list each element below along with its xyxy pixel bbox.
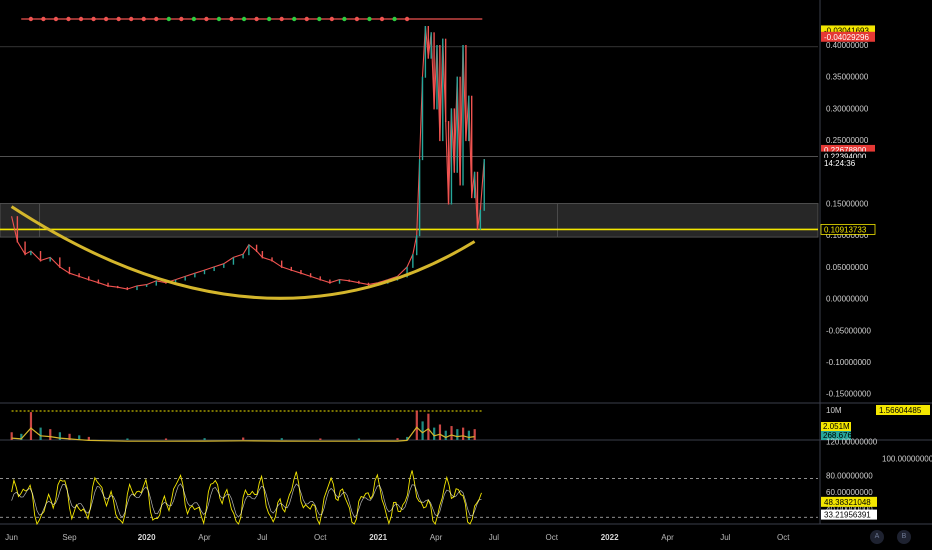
volume-bar[interactable] xyxy=(396,438,399,440)
support-zone[interactable] xyxy=(0,203,819,238)
signal-dot xyxy=(41,16,46,22)
signal-dot xyxy=(91,16,96,22)
volume-bar[interactable] xyxy=(462,427,465,440)
signal-dot xyxy=(367,16,372,22)
price-tick-label: 0.40000000 xyxy=(826,41,869,50)
time-tick-label: Jun xyxy=(5,533,18,542)
signal-dot xyxy=(342,16,347,22)
signal-dot xyxy=(28,16,34,22)
signal-dot xyxy=(392,16,397,22)
volume-bar[interactable] xyxy=(444,430,447,440)
time-tick-label: 2022 xyxy=(601,533,619,542)
volume-max-label: 10M xyxy=(826,406,842,415)
volume-bar[interactable] xyxy=(39,427,42,440)
time-tick-label: Jul xyxy=(489,533,499,542)
volume-bar[interactable] xyxy=(10,432,13,440)
volume-bar[interactable] xyxy=(473,429,476,440)
signal-dot xyxy=(229,16,234,22)
time-tick-label: Sep xyxy=(62,533,77,542)
time-tick-label: Oct xyxy=(546,533,559,542)
volume-bar[interactable] xyxy=(49,429,52,440)
price-tick-label: 0.15000000 xyxy=(826,199,869,208)
volume-bar[interactable] xyxy=(357,438,361,440)
time-tick-label: Apr xyxy=(430,533,443,542)
oscillator-tick-label: 80.00000000 xyxy=(826,471,873,480)
oscillator-tick-label: 60.00000000 xyxy=(826,488,873,497)
volume-bar[interactable] xyxy=(58,432,62,440)
price-tick-label: 0.05000000 xyxy=(826,263,869,272)
volume-bar[interactable] xyxy=(319,438,322,440)
signal-dot xyxy=(354,16,360,22)
time-tick-label: 2021 xyxy=(369,533,387,542)
signal-dot xyxy=(204,16,209,22)
price-tick-label: -0.05000000 xyxy=(826,326,871,335)
price-label: -0.04029296 xyxy=(824,33,869,42)
signal-dot xyxy=(292,16,297,22)
price-label: 0.10913733 xyxy=(824,225,867,234)
time-tick-label: Oct xyxy=(777,533,790,542)
signal-dot xyxy=(103,16,109,22)
oscillator-tick-label: 120.00000000 xyxy=(826,438,878,447)
signal-dot xyxy=(116,16,121,22)
oscillator-value-label: 48.38321048 xyxy=(824,498,871,507)
signal-dot xyxy=(191,16,197,22)
scale-button-b[interactable]: B xyxy=(897,530,911,544)
signal-dot xyxy=(329,16,335,22)
signal-dot xyxy=(216,16,222,22)
volume-bar[interactable] xyxy=(87,436,90,440)
signal-dot xyxy=(241,16,247,22)
time-tick-label: Oct xyxy=(314,533,327,542)
signal-dot xyxy=(266,16,272,22)
signal-dot xyxy=(404,16,410,22)
volume-bar[interactable] xyxy=(427,413,430,440)
signal-dot xyxy=(279,16,284,22)
signal-dot xyxy=(141,16,146,22)
time-tick-label: Jul xyxy=(720,533,730,542)
volume-bar[interactable] xyxy=(438,424,442,441)
signal-dot xyxy=(179,16,184,22)
price-tick-label: 0.35000000 xyxy=(826,73,869,82)
time-tick-label: Apr xyxy=(661,533,674,542)
price-tick-label: 0.00000000 xyxy=(826,295,869,304)
volume-bar[interactable] xyxy=(126,438,129,440)
time-tick-label: Apr xyxy=(198,533,211,542)
volume-bar[interactable] xyxy=(203,438,206,440)
price-label: 14:24:36 xyxy=(824,159,856,168)
time-tick-label: 2020 xyxy=(138,533,156,542)
signal-dot xyxy=(154,16,159,22)
signal-dot xyxy=(304,16,309,22)
signal-dot xyxy=(379,16,385,22)
volume-bar[interactable] xyxy=(164,438,168,440)
signal-dot xyxy=(317,16,322,22)
signal-dot xyxy=(254,16,259,22)
volume-bar[interactable] xyxy=(467,430,471,440)
volume-bar[interactable] xyxy=(421,421,424,440)
signal-dot xyxy=(128,16,134,22)
volume-bar[interactable] xyxy=(242,437,245,440)
oscillator-tick-label: 100.00000000 xyxy=(882,454,932,463)
volume-bar[interactable] xyxy=(450,426,453,440)
time-tick-label: Jul xyxy=(257,533,267,542)
price-tick-label: -0.15000000 xyxy=(826,390,871,399)
signal-dot xyxy=(66,16,71,22)
volume-bar[interactable] xyxy=(29,412,33,440)
volume-bar[interactable] xyxy=(415,410,418,440)
signal-dot xyxy=(166,16,172,22)
volume-bar[interactable] xyxy=(433,427,436,440)
volume-bar[interactable] xyxy=(456,429,459,440)
oscillator-second-label: 33.21956391 xyxy=(824,511,871,520)
scale-button-a[interactable]: A xyxy=(870,530,884,544)
signal-dot xyxy=(78,16,84,22)
volume-bar[interactable] xyxy=(280,438,283,440)
price-tick-label: 0.30000000 xyxy=(826,104,869,113)
volume-value-label: 2.051M xyxy=(823,422,850,431)
volume-right-label: 1.56604485 xyxy=(879,406,922,415)
price-tick-label: -0.10000000 xyxy=(826,358,871,367)
chart-canvas[interactable]: 10M2.051M268.676K1.56604485 120.00000000… xyxy=(0,0,932,550)
price-tick-label: 0.25000000 xyxy=(826,136,869,145)
signal-dot xyxy=(53,16,59,22)
